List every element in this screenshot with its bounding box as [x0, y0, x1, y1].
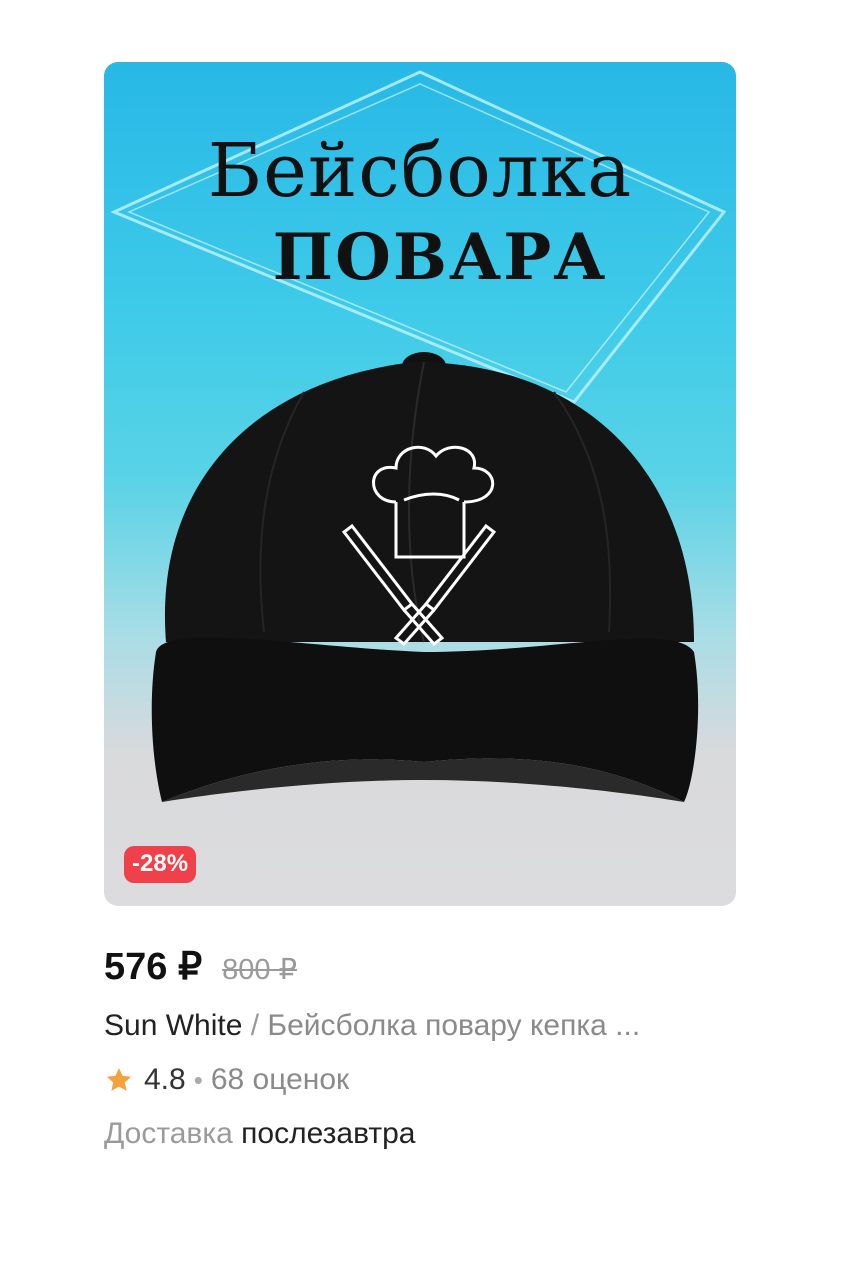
discount-badge: -28%: [124, 846, 197, 883]
current-price: 576 ₽: [104, 946, 203, 988]
delivery-row: Доставка послезавтра: [104, 1117, 736, 1151]
promo-title-line2: ПОВАРА: [272, 220, 608, 295]
title-separator: /: [242, 1009, 268, 1042]
delivery-label: Доставка: [104, 1117, 242, 1150]
promo-title-line1: Бейсболка: [207, 128, 633, 214]
reviews-count[interactable]: 68 оценок: [211, 1063, 349, 1097]
price-row: 576 ₽ 800 ₽: [104, 944, 736, 989]
rating-dot: •: [193, 1064, 203, 1095]
product-name[interactable]: Бейсболка повару кепка ...: [267, 1009, 640, 1042]
star-icon: [106, 1068, 132, 1091]
product-card[interactable]: Бейсболка ПОВАРА -28% 576 ₽ 800 ₽ Sun Wh…: [104, 62, 736, 1151]
rating-row: 4.8 • 68 оценок: [104, 1063, 736, 1097]
brand-name[interactable]: Sun White: [104, 1009, 242, 1042]
product-image[interactable]: Бейсболка ПОВАРА -28%: [104, 62, 736, 906]
rating-value: 4.8: [144, 1063, 186, 1096]
old-price: 800 ₽: [222, 954, 298, 986]
product-title[interactable]: Sun White / Бейсболка повару кепка ...: [104, 1009, 736, 1043]
delivery-value: послезавтра: [241, 1117, 416, 1150]
